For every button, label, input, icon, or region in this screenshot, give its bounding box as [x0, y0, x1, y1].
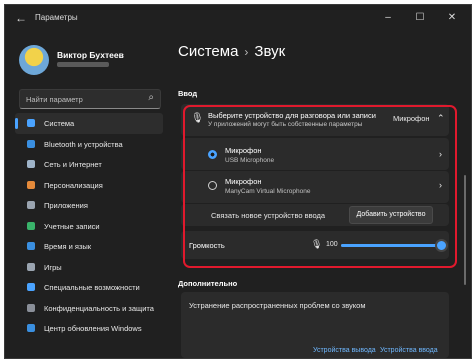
- device-sub: ManyCam Virtual Microphone: [225, 188, 311, 195]
- person-icon: [27, 221, 35, 230]
- search-placeholder: Найти параметр: [26, 95, 83, 104]
- monitor-icon: [27, 119, 35, 127]
- microphone-icon: 🎙: [191, 113, 204, 124]
- search-icon: ⌕: [148, 92, 154, 103]
- pair-device-row: Связать новое устройство ввода Добавить …: [181, 204, 449, 226]
- minimize-button[interactable]: –: [379, 11, 397, 25]
- radio-unselected[interactable]: [208, 181, 217, 190]
- sidebar-item-label: Персонализация: [44, 180, 103, 190]
- apps-icon: [27, 201, 35, 209]
- input-device-selector[interactable]: 🎙 Выберите устройство для разговора или …: [181, 104, 449, 136]
- update-icon: [27, 324, 35, 332]
- device-select-subtitle: У приложений могут быть собственные пара…: [208, 121, 363, 128]
- sidebar-item-label: Специальные возможности: [44, 283, 140, 292]
- sidebar-item-label: Приложения: [44, 201, 88, 210]
- input-section-title: Ввод: [178, 89, 198, 98]
- breadcrumb: Система › Звук: [178, 43, 285, 60]
- volume-row: Громкость 🎙 100: [181, 231, 449, 259]
- maximize-button[interactable]: ☐: [411, 11, 429, 25]
- title-bar: ← Параметры – ☐ ✕: [5, 5, 471, 31]
- device-name: Микрофон: [225, 146, 262, 155]
- sidebar-item-label: Время и язык: [44, 242, 92, 251]
- globe-icon: [27, 242, 35, 250]
- sidebar-item-label: Учетные записи: [44, 221, 100, 231]
- sidebar-item-label: Игры: [44, 262, 62, 272]
- troubleshoot-card: Устранение распространенных проблем со з…: [181, 292, 449, 358]
- add-device-button[interactable]: Добавить устройство: [349, 206, 433, 224]
- device-row-manycam[interactable]: Микрофон ManyCam Virtual Microphone ›: [181, 171, 449, 203]
- avatar[interactable]: [19, 45, 49, 75]
- pair-device-label: Связать новое устройство ввода: [211, 211, 326, 220]
- sidebar-item[interactable]: Bluetooth и устройства: [15, 134, 163, 155]
- device-row-usb[interactable]: Микрофон USB Microphone ›: [181, 138, 449, 170]
- device-name: Микрофон: [225, 177, 262, 186]
- app-title: Параметры: [35, 13, 78, 22]
- input-devices-link[interactable]: Устройства ввода: [380, 347, 438, 354]
- chevron-right-icon: ›: [439, 180, 442, 190]
- close-button[interactable]: ✕: [443, 11, 461, 25]
- sidebar-item[interactable]: Учетные записи: [15, 216, 163, 237]
- sidebar-item[interactable]: Конфиденциальность и защита: [15, 298, 163, 319]
- chevron-right-icon: ›: [244, 45, 249, 59]
- gamepad-icon: [27, 262, 35, 271]
- device-sub: USB Microphone: [225, 157, 275, 164]
- volume-value: 100: [326, 241, 338, 248]
- sidebar-nav: Система Bluetooth и устройства Сеть и Инте…: [15, 113, 165, 339]
- shield-icon: [27, 303, 35, 312]
- troubleshoot-title: Устранение распространенных проблем со з…: [189, 301, 366, 310]
- scrollbar[interactable]: [464, 175, 466, 285]
- breadcrumb-parent[interactable]: Система: [178, 43, 238, 60]
- sidebar-item[interactable]: Приложения: [15, 195, 163, 216]
- sidebar-item[interactable]: Сеть и Интернет: [15, 154, 163, 175]
- current-device: Микрофон: [393, 114, 430, 123]
- sidebar-item[interactable]: Время и язык: [15, 236, 163, 257]
- wifi-icon: [27, 160, 35, 168]
- additional-section-title: Дополнительно: [178, 279, 238, 288]
- brush-icon: [27, 180, 35, 189]
- back-arrow-icon[interactable]: ←: [15, 11, 29, 25]
- sidebar-item-label: Система: [44, 119, 75, 128]
- sidebar-item[interactable]: Специальные возможности: [15, 277, 163, 298]
- volume-slider-fill: [341, 244, 441, 247]
- chevron-up-icon[interactable]: ⌃: [437, 113, 445, 124]
- profile-email-redacted: [57, 62, 109, 67]
- sidebar-item-label: Центр обновления Windows: [44, 324, 142, 333]
- profile-name: Виктор Бухтеев: [57, 50, 124, 60]
- settings-window: ← Параметры – ☐ ✕ Виктор Бухтеев Найти п…: [4, 4, 472, 359]
- output-devices-link[interactable]: Устройства вывода: [313, 347, 376, 354]
- sidebar-item[interactable]: Система: [15, 113, 163, 134]
- sidebar-item[interactable]: Центр обновления Windows: [15, 318, 163, 339]
- sidebar-item-label: Сеть и Интернет: [44, 160, 102, 169]
- accessibility-icon: [27, 283, 35, 291]
- volume-slider[interactable]: [341, 244, 441, 247]
- sidebar-item[interactable]: Персонализация: [15, 175, 163, 196]
- search-input[interactable]: Найти параметр ⌕: [19, 89, 161, 109]
- radio-selected[interactable]: [208, 150, 217, 159]
- volume-label: Громкость: [189, 241, 225, 250]
- sidebar-item[interactable]: Игры: [15, 257, 163, 278]
- sidebar-item-label: Bluetooth и устройства: [44, 139, 123, 149]
- bluetooth-icon: [27, 139, 35, 148]
- page-title: Звук: [254, 43, 286, 60]
- volume-slider-thumb[interactable]: [435, 239, 448, 252]
- chevron-right-icon: ›: [439, 149, 442, 159]
- device-select-title: Выберите устройство для разговора или за…: [208, 111, 376, 120]
- microphone-icon: 🎙: [311, 239, 323, 249]
- sidebar-item-label: Конфиденциальность и защита: [44, 303, 154, 313]
